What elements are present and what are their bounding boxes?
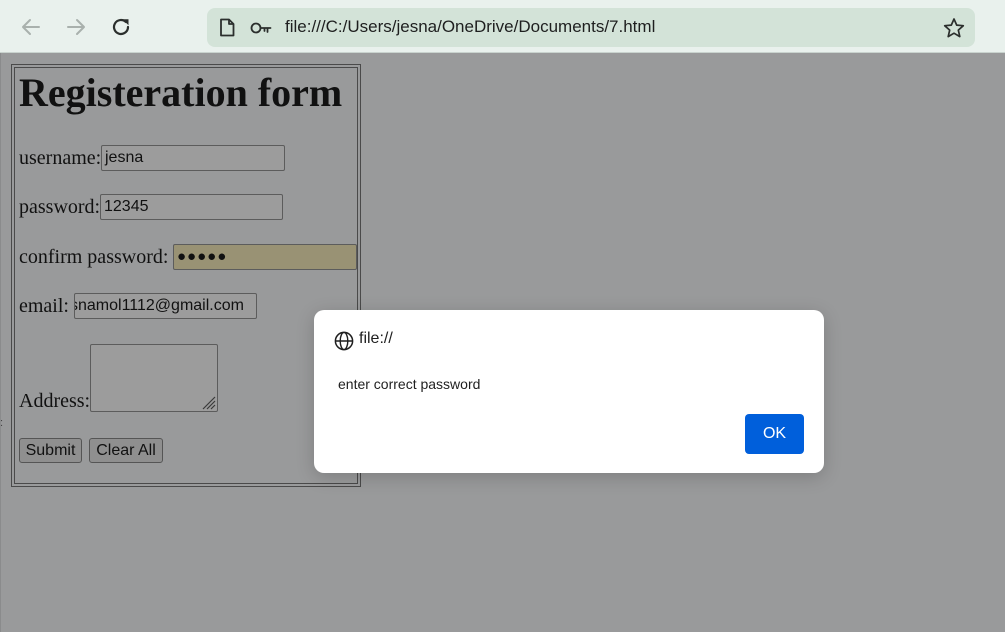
key-icon[interactable] xyxy=(250,20,272,39)
password-label: password: xyxy=(19,196,101,218)
browser-toolbar: file:///C:/Users/jesna/OneDrive/Document… xyxy=(0,0,1005,53)
address-bar[interactable]: file:///C:/Users/jesna/OneDrive/Document… xyxy=(207,8,975,47)
star-icon[interactable] xyxy=(943,17,965,43)
back-button[interactable] xyxy=(16,12,46,42)
page-edge xyxy=(0,53,1,632)
dialog-origin: file:// xyxy=(359,330,393,347)
username-input[interactable]: jesna xyxy=(101,145,285,171)
page-icon[interactable] xyxy=(219,18,235,41)
registration-form: Registeration form username: jesna passw… xyxy=(11,64,361,487)
clear-all-button[interactable]: Clear All xyxy=(89,438,163,463)
form-title: Registeration form xyxy=(19,70,343,115)
confirm-password-input[interactable]: ●●●●● xyxy=(173,244,357,270)
address-label: Address: xyxy=(19,390,91,412)
email-label: email: xyxy=(19,295,69,317)
ok-button[interactable]: OK xyxy=(745,414,804,454)
forward-button[interactable] xyxy=(61,12,91,42)
back-arrow-icon xyxy=(22,19,40,35)
submit-button[interactable]: Submit xyxy=(19,438,82,463)
address-textarea[interactable] xyxy=(90,344,218,412)
edge-mark: : xyxy=(0,417,4,429)
url-text[interactable]: file:///C:/Users/jesna/OneDrive/Document… xyxy=(285,17,655,37)
globe-icon xyxy=(334,331,354,355)
username-label: username: xyxy=(19,147,102,169)
reload-button[interactable] xyxy=(106,12,136,42)
confirm-password-label: confirm password: xyxy=(19,246,169,268)
alert-dialog: file:// enter correct password OK xyxy=(314,310,824,473)
email-input[interactable]: snamol1112@gmail.com xyxy=(74,293,257,319)
forward-arrow-icon xyxy=(67,19,85,35)
dialog-message: enter correct password xyxy=(338,376,481,392)
resize-grip-icon[interactable] xyxy=(200,394,216,410)
password-input[interactable]: 12345 xyxy=(100,194,283,220)
form-fieldset: Registeration form username: jesna passw… xyxy=(14,67,358,484)
reload-icon xyxy=(112,18,130,36)
